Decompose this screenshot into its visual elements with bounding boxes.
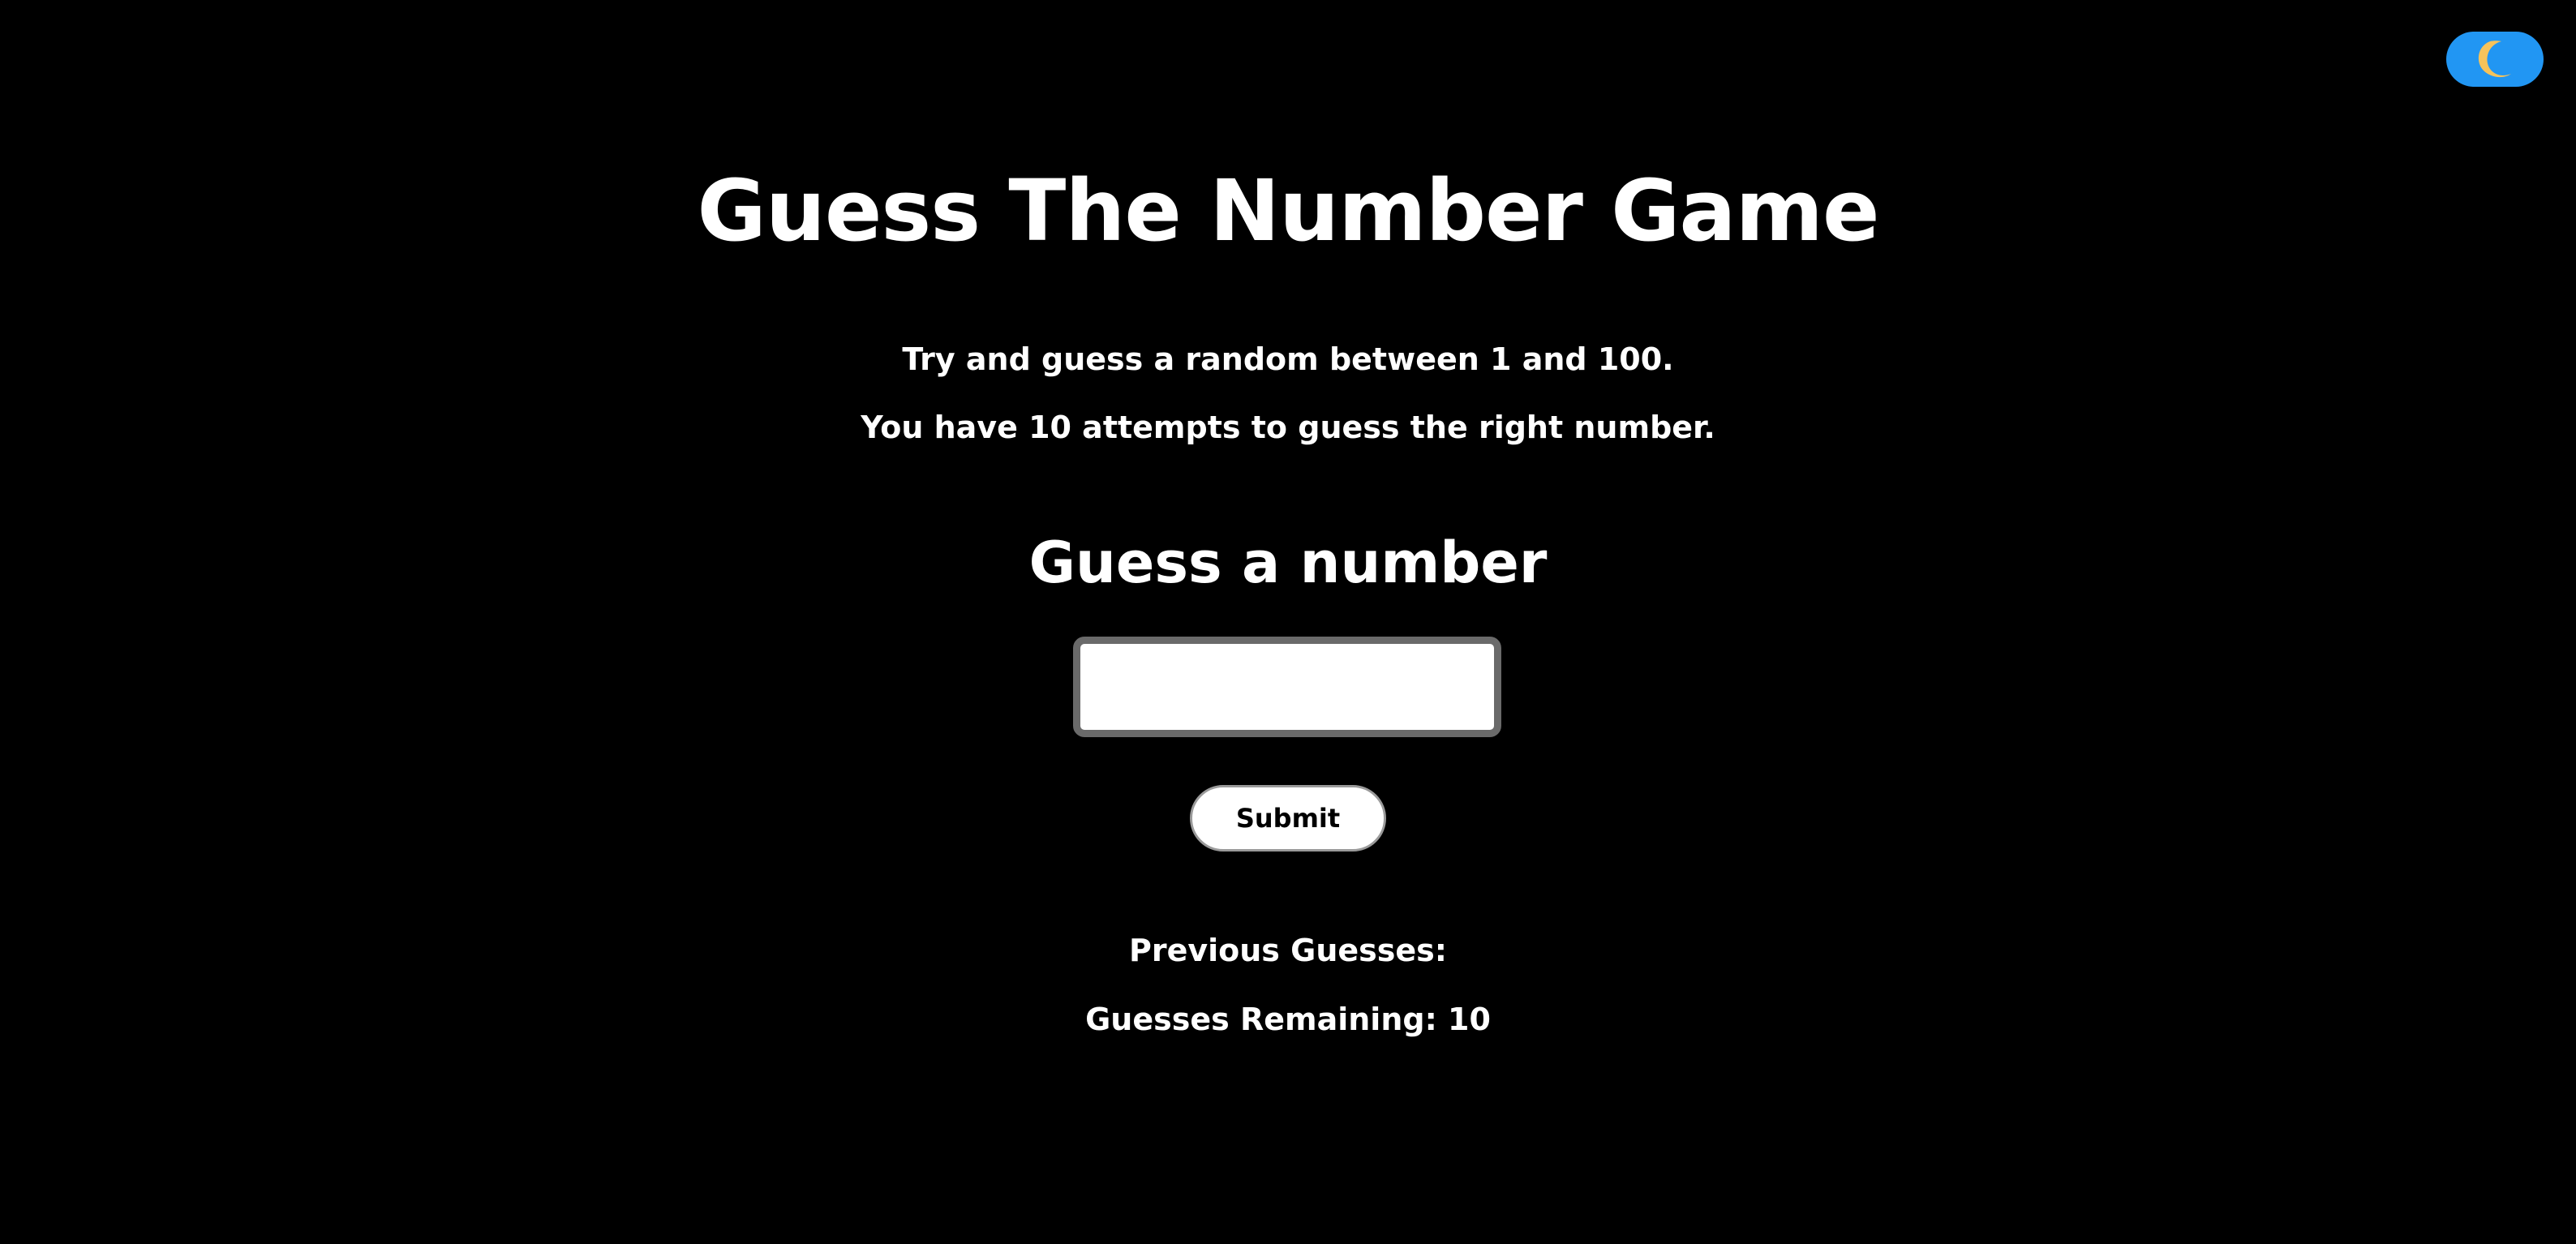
- guesses-remaining-count: 10: [1448, 1002, 1491, 1037]
- submit-button[interactable]: Submit: [1190, 785, 1386, 851]
- theme-toggle-button[interactable]: [2446, 32, 2544, 87]
- page-title: Guess The Number Game: [697, 161, 1879, 260]
- guesses-remaining: Guesses Remaining: 10: [0, 999, 2576, 1040]
- game-description-attempts: You have 10 attempts to guess the right …: [861, 410, 1715, 445]
- guess-input[interactable]: [1073, 637, 1501, 737]
- previous-guesses-label: Previous Guesses:: [1128, 933, 1447, 968]
- game-description-range: Try and guess a random between 1 and 100…: [902, 341, 1674, 377]
- game-page: Guess The Number Game Try and guess a ra…: [0, 0, 2576, 1244]
- crescent-moon-icon: [2474, 38, 2516, 80]
- previous-guesses: Previous Guesses:: [0, 930, 2576, 971]
- guesses-remaining-label: Guesses Remaining:: [1085, 1002, 1437, 1037]
- guess-prompt-heading: Guess a number: [1028, 530, 1548, 596]
